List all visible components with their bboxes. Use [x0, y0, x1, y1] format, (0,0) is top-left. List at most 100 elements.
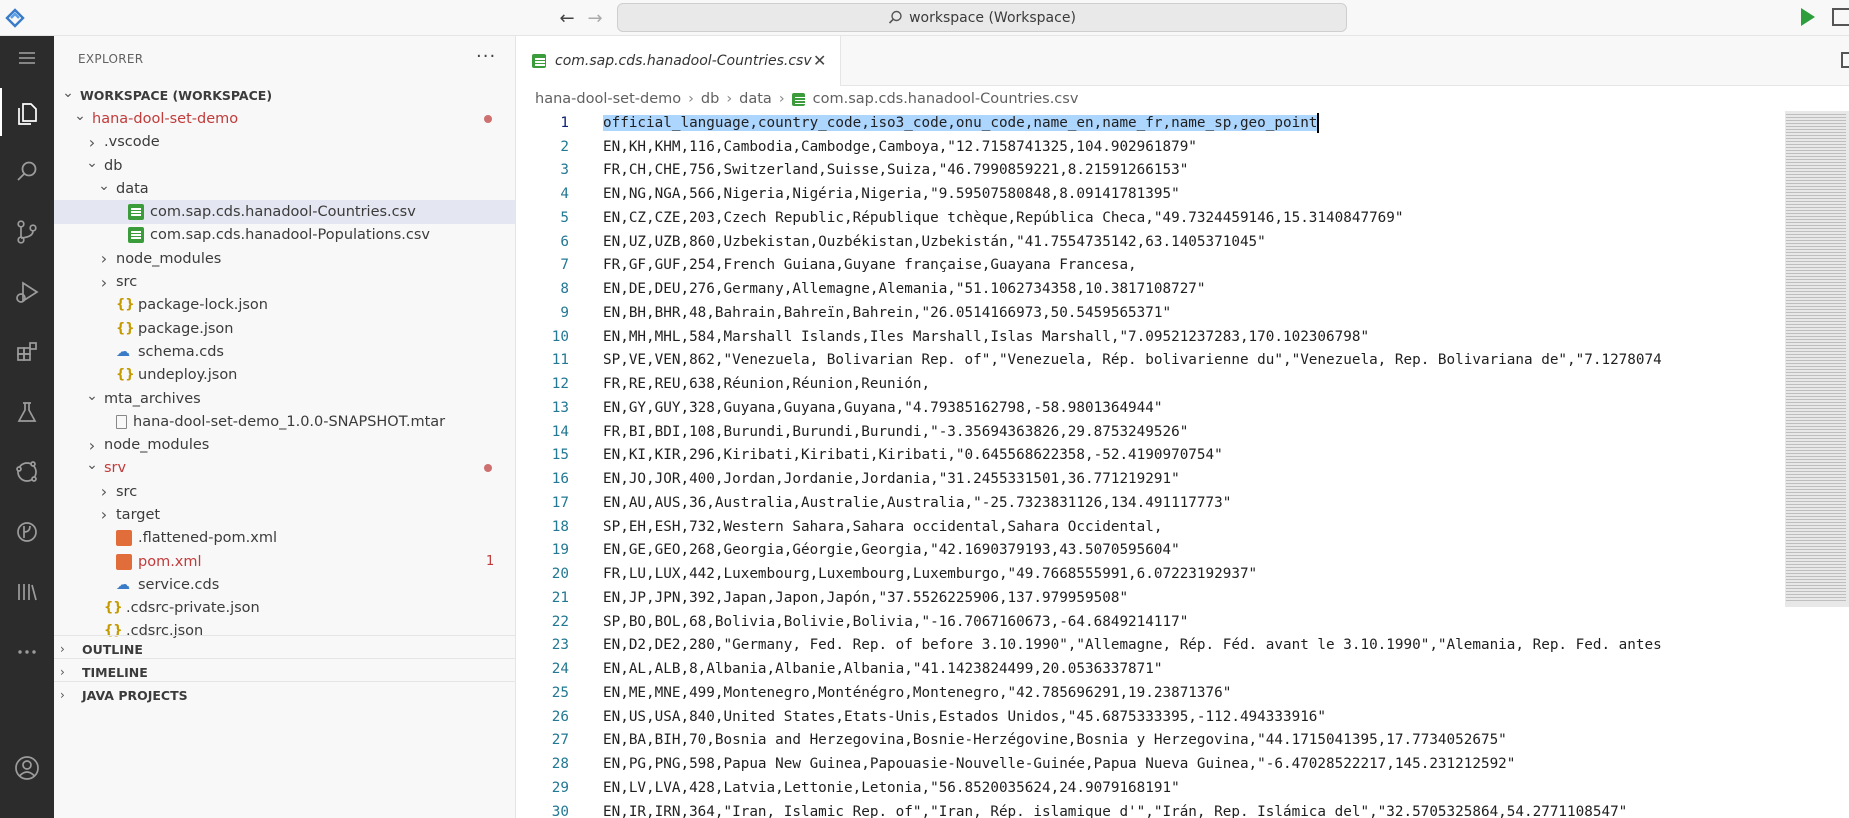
code-line[interactable]: 9 EN,BH,BHR,48,Bahrain,Bahreïn,Bahrein,"2…: [516, 301, 1786, 325]
search-icon[interactable]: [0, 148, 54, 196]
code-line[interactable]: 8 EN,DE,DEU,276,Germany,Allemagne,Alemani…: [516, 277, 1786, 301]
chevron-right-icon: ›: [100, 505, 108, 525]
code-line[interactable]: 16 EN,JO,JOR,400,Jordan,Jordanie,Jordania…: [516, 467, 1786, 491]
code-line[interactable]: 12 FR,RE,REU,638,Réunion,Réunion,Reunión,: [516, 372, 1786, 396]
code-line[interactable]: 26 EN,US,USA,840,United States,Etats-Unis…: [516, 705, 1786, 729]
tree-file[interactable]: ☁ schema.cds: [54, 340, 515, 363]
line-number: 18: [551, 518, 569, 535]
menu-icon[interactable]: [0, 36, 54, 80]
code-line[interactable]: 6 EN,UZ,UZB,860,Uzbekistan,Ouzbékistan,Uz…: [516, 230, 1786, 254]
code-line[interactable]: 15 EN,KI,KIR,296,Kiribati,Kiribati,Kiriba…: [516, 444, 1786, 468]
tree-folder[interactable]: › node_modules: [54, 433, 515, 456]
tree-file[interactable]: hana-dool-set-demo_1.0.0-SNAPSHOT.mtar: [54, 410, 515, 433]
section-java-projects[interactable]: › JAVA PROJECTS: [54, 681, 515, 708]
line-content: EN,JO,JOR,400,Jordan,Jordanie,Jordania,"…: [603, 471, 1180, 488]
tree-file[interactable]: com.sap.cds.hanadool-Countries.csv: [54, 200, 515, 224]
more-icon[interactable]: [0, 628, 54, 676]
code-line[interactable]: 14 FR,BI,BDI,108,Burundi,Burundi,Burundi,…: [516, 420, 1786, 444]
account-icon[interactable]: [0, 744, 54, 792]
tree-file[interactable]: {} undeploy.json: [54, 364, 515, 387]
code-line[interactable]: 27 EN,BA,BIH,70,Bosnia and Herzegovina,Bo…: [516, 729, 1786, 753]
code-line[interactable]: 5 EN,CZ,CZE,203,Czech Republic,République…: [516, 206, 1786, 230]
code-line[interactable]: 22 SP,BO,BOL,68,Bolivia,Bolivie,Bolivia,"…: [516, 610, 1786, 634]
tree-folder[interactable]: › node_modules: [54, 247, 515, 270]
title-bar: ← → workspace (Workspace): [0, 0, 1849, 36]
extensions-icon[interactable]: [0, 328, 54, 376]
library-icon[interactable]: [0, 568, 54, 616]
tree-folder[interactable]: ⌄ data: [54, 177, 515, 200]
code-line[interactable]: 24 EN,AL,ALB,8,Albania,Albanie,Albania,"4…: [516, 657, 1786, 681]
line-number: 1: [560, 114, 569, 131]
explorer-sidebar: EXPLORER ··· ⌄ WORKSPACE (WORKSPACE) ⌄ hana…: [54, 36, 516, 818]
tree-file[interactable]: {} package.json: [54, 317, 515, 340]
more-actions-icon[interactable]: ···: [476, 46, 496, 67]
tree-folder[interactable]: ⌄ srv: [54, 457, 515, 480]
breadcrumb-item[interactable]: db: [701, 91, 719, 107]
tree-file[interactable]: {} package-lock.json: [54, 294, 515, 317]
tree-folder[interactable]: › src: [54, 480, 515, 503]
code-line[interactable]: 20 FR,LU,LUX,442,Luxembourg,Luxembourg,Lu…: [516, 562, 1786, 586]
close-icon[interactable]: ✕: [813, 51, 826, 70]
code-line[interactable]: 25 EN,ME,MNE,499,Montenegro,Monténégro,Mo…: [516, 681, 1786, 705]
chevron-right-icon: ›: [60, 688, 65, 702]
code-line[interactable]: 3 FR,CH,CHE,756,Switzerland,Suisse,Suiza,…: [516, 159, 1786, 183]
line-number: 10: [551, 328, 569, 345]
code-line[interactable]: 13 EN,GY,GUY,328,Guyana,Guyana,Guyana,"4.…: [516, 396, 1786, 420]
back-arrow-icon[interactable]: ←: [555, 6, 579, 30]
tree-folder[interactable]: › target: [54, 503, 515, 526]
code-line[interactable]: 19 EN,GE,GEO,268,Georgia,Géorgie,Georgia,…: [516, 539, 1786, 563]
tree-folder[interactable]: ⌄ mta_archives: [54, 387, 515, 410]
file-tree: ⌄ WORKSPACE (WORKSPACE) ⌄ hana-dool-set-dem…: [54, 84, 515, 643]
code-line[interactable]: 30 EN,IR,IRN,364,"Iran, Islamic Rep. of",…: [516, 800, 1786, 818]
tree-folder[interactable]: ⌄ hana-dool-set-demo: [54, 107, 515, 130]
tree-item-label: undeploy.json: [138, 367, 238, 384]
workspace-root[interactable]: ⌄ WORKSPACE (WORKSPACE): [54, 84, 515, 107]
command-center[interactable]: workspace (Workspace): [617, 3, 1347, 32]
json-file-icon: {}: [116, 367, 135, 383]
code-line[interactable]: 29 EN,LV,LVA,428,Latvia,Lettonie,Letonia,…: [516, 776, 1786, 800]
line-content: SP,VE,VEN,862,"Venezuela, Bolivarian Rep…: [603, 352, 1662, 369]
explorer-icon[interactable]: [0, 88, 54, 136]
source-control-icon[interactable]: [0, 208, 54, 256]
code-line[interactable]: 2 EN,KH,KHM,116,Cambodia,Cambodge,Camboya…: [516, 135, 1786, 159]
editor-tab-countries-csv[interactable]: com.sap.cds.hanadool-Countries.csv ✕: [516, 36, 841, 86]
timeline-icon[interactable]: [0, 508, 54, 556]
run-debug-icon[interactable]: [0, 268, 54, 316]
testing-icon[interactable]: [0, 388, 54, 436]
code-line[interactable]: 28 EN,PG,PNG,598,Papua New Guinea,Papouas…: [516, 752, 1786, 776]
breadcrumb-item[interactable]: data: [739, 91, 772, 107]
tree-file[interactable]: pom.xml 1: [54, 550, 515, 573]
code-line[interactable]: 7 FR,GF,GUF,254,French Guiana,Guyane fran…: [516, 254, 1786, 278]
text-cursor: [1317, 112, 1319, 133]
line-number: 11: [551, 352, 569, 369]
tree-file[interactable]: com.sap.cds.hanadool-Populations.csv: [54, 224, 515, 247]
sidebar-title: EXPLORER: [78, 52, 144, 66]
code-text: EN,KH,KHM,116,Cambodia,Cambodge,Camboya,…: [603, 139, 1197, 155]
code-line[interactable]: 4 EN,NG,NGA,566,Nigeria,Nigéria,Nigeria,"…: [516, 182, 1786, 206]
code-line[interactable]: 23 EN,D2,DE2,280,"Germany, Fed. Rep. of b…: [516, 634, 1786, 658]
breadcrumb-item[interactable]: com.sap.cds.hanadool-Countries.csv: [813, 91, 1079, 107]
run-icon[interactable]: [1801, 8, 1815, 26]
tree-file[interactable]: {} .cdsrc-private.json: [54, 597, 515, 620]
tree-file[interactable]: .flattened-pom.xml: [54, 527, 515, 550]
remote-explorer-icon[interactable]: [0, 448, 54, 496]
breadcrumb-item[interactable]: hana-dool-set-demo: [535, 91, 681, 107]
code-line[interactable]: 10 EN,MH,MHL,584,Marshall Islands,Iles Ma…: [516, 325, 1786, 349]
tree-folder[interactable]: › src: [54, 270, 515, 293]
code-line[interactable]: 21 EN,JP,JPN,392,Japan,Japon,Japón,"37.55…: [516, 586, 1786, 610]
app-logo-icon[interactable]: [4, 7, 26, 29]
code-line[interactable]: 11 SP,VE,VEN,862,"Venezuela, Bolivarian R…: [516, 349, 1786, 373]
code-line[interactable]: 1 official_language,country_code,iso3_cod…: [516, 111, 1786, 135]
json-file-icon: {}: [104, 600, 123, 616]
tree-folder[interactable]: › .vscode: [54, 131, 515, 154]
code-line[interactable]: 18 SP,EH,ESH,732,Western Sahara,Sahara oc…: [516, 515, 1786, 539]
tree-file[interactable]: ☁ service.cds: [54, 573, 515, 596]
line-content: EN,DE,DEU,276,Germany,Allemagne,Alemania…: [603, 281, 1206, 298]
tree-item-label: package-lock.json: [138, 297, 268, 314]
code-line[interactable]: 17 EN,AU,AUS,36,Australia,Australie,Austr…: [516, 491, 1786, 515]
split-editor-icon[interactable]: [1841, 52, 1849, 68]
layout-toggle-icon[interactable]: [1832, 8, 1849, 26]
tree-folder[interactable]: ⌄ db: [54, 154, 515, 177]
forward-arrow-icon[interactable]: →: [583, 6, 607, 30]
code-editor[interactable]: 1 official_language,country_code,iso3_cod…: [516, 111, 1786, 818]
